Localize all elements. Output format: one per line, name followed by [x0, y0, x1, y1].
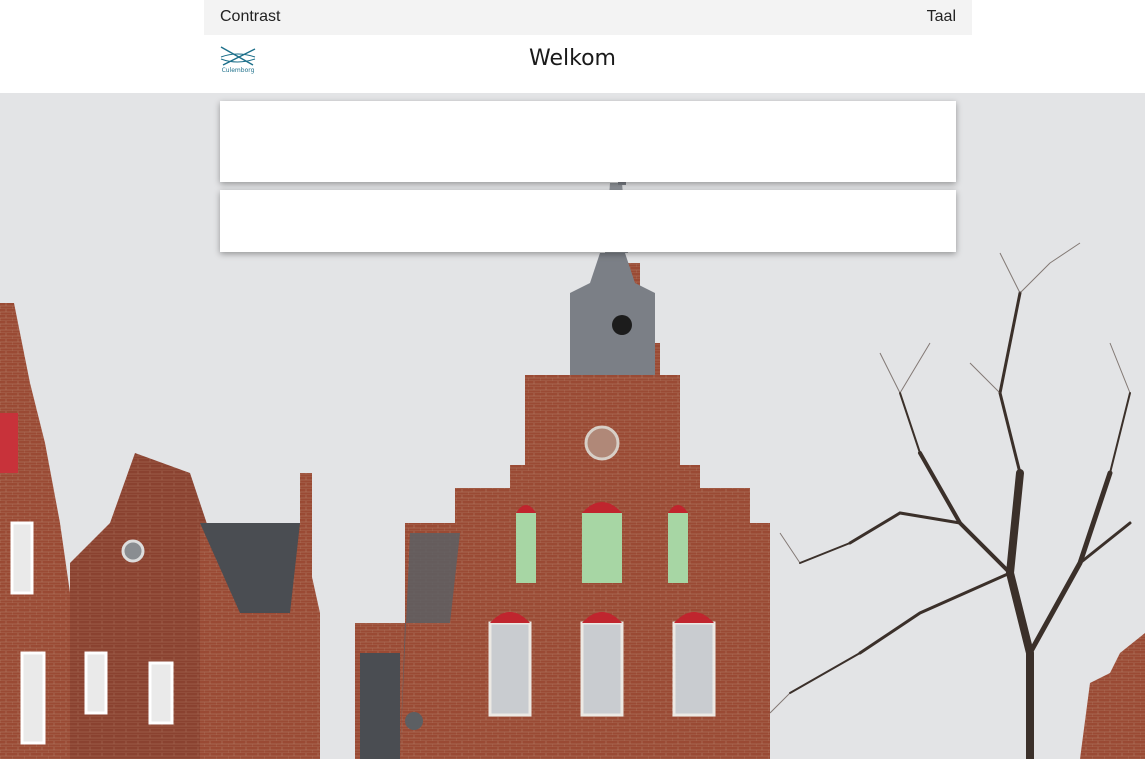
page-title: Welkom [529, 46, 616, 71]
content-card-2[interactable] [220, 190, 956, 252]
hero-image [0, 93, 1145, 759]
utility-bar: Contrast Taal [204, 0, 972, 35]
content-card-1[interactable] [220, 101, 956, 182]
header: Culemborg Welkom [0, 35, 1145, 93]
language-link[interactable]: Taal [927, 8, 956, 26]
contrast-link[interactable]: Contrast [220, 8, 280, 26]
